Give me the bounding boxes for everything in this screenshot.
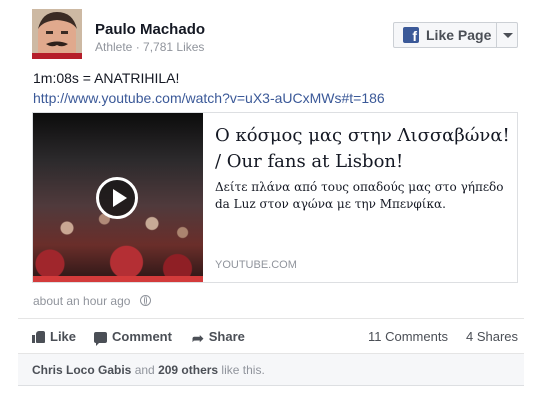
author-likes: 7,781 Likes [143, 40, 205, 54]
actions-bar: Like Comment ➦ Share 11 Comments 4 Shares [18, 319, 524, 353]
post-link[interactable]: http://www.youtube.com/watch?v=uX3-aUCxM… [33, 90, 385, 106]
comments-count[interactable]: 11 Comments [368, 329, 448, 344]
shares-count[interactable]: 4 Shares [466, 329, 518, 344]
likes-summary-text: Chris Loco Gabis and 209 others like thi… [32, 363, 265, 377]
like-page-main[interactable]: f Like Page [394, 23, 496, 47]
liker-name[interactable]: Chris Loco Gabis [32, 363, 131, 377]
video-thumbnail[interactable] [33, 113, 203, 282]
share-button[interactable]: ➦ Share [192, 329, 245, 347]
post-text: 1m:08s = ANATRIHILA! [33, 70, 180, 86]
others-link[interactable]: 209 others [158, 363, 218, 377]
thumbnail-strip [33, 276, 203, 282]
likes-suffix: like this. [218, 363, 265, 377]
author-name[interactable]: Paulo Machado [95, 21, 205, 38]
comment-label: Comment [112, 329, 172, 344]
play-triangle [113, 189, 127, 207]
link-preview-card[interactable]: Ο κόσμος μας στην Λισσαβώνα! / Our fans … [32, 112, 518, 283]
thumbs-up-icon [32, 330, 45, 343]
post-timestamp[interactable]: about an hour ago [33, 294, 130, 308]
like-label: Like [50, 329, 77, 344]
comment-icon [94, 332, 107, 346]
chevron-down-icon [503, 33, 513, 38]
like-page-dropdown[interactable] [497, 23, 517, 47]
avatar[interactable] [32, 9, 82, 59]
bottom-border [18, 385, 524, 386]
like-button[interactable]: Like [32, 329, 76, 344]
globe-icon[interactable] [140, 295, 151, 306]
profile-photo [32, 9, 82, 59]
author-category: Athlete [95, 40, 133, 54]
facebook-post: Paulo Machado Athlete · 7,781 Likes f Li… [0, 0, 534, 401]
card-description: Δείτε πλάνα από τους οπαδούς μας στο γήπ… [215, 180, 504, 211]
card-domain: YOUTUBE.COM [215, 259, 297, 271]
like-page-label: Like Page [426, 27, 492, 43]
author-meta: Athlete · 7,781 Likes [95, 40, 205, 54]
facebook-icon: f [403, 27, 419, 43]
like-page-button[interactable]: f Like Page [393, 22, 518, 48]
comment-button[interactable]: Comment [94, 329, 172, 346]
share-icon: ➦ [192, 330, 204, 346]
share-label: Share [208, 329, 245, 344]
likes-joiner: and [131, 363, 159, 377]
play-icon[interactable] [96, 177, 138, 219]
likes-summary: Chris Loco Gabis and 209 others like thi… [18, 353, 524, 386]
card-title[interactable]: Ο κόσμος μας στην Λισσαβώνα! / Our fans … [215, 123, 510, 175]
